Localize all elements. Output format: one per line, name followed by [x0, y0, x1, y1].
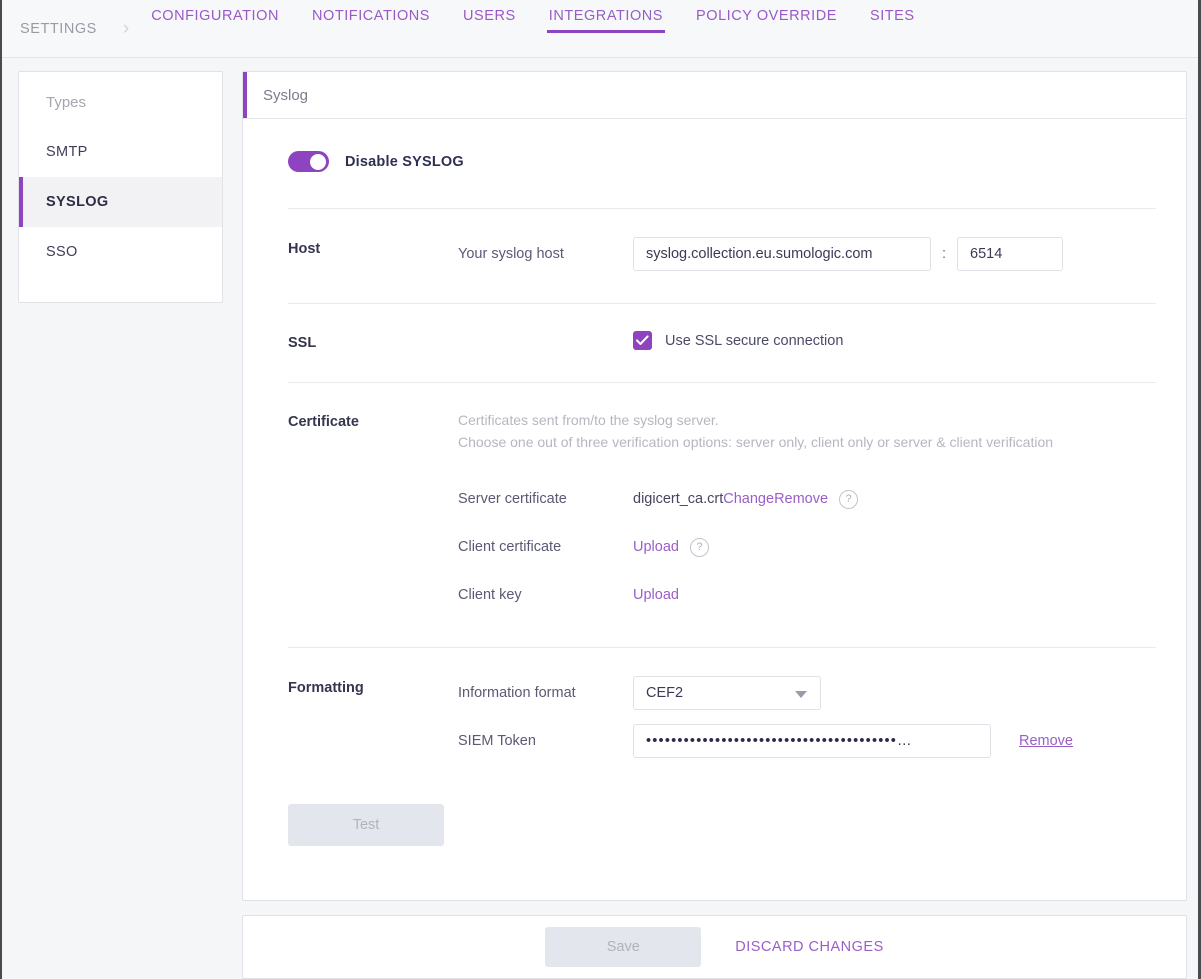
tab-integrations[interactable]: INTEGRATIONS: [549, 8, 663, 33]
sidebar-title: Types: [19, 72, 222, 127]
certificate-section-content: Certificates sent from/to the syslog ser…: [458, 410, 1186, 619]
formatting-section-content: Information format CEF2 SIEM Token Remov…: [458, 676, 1186, 758]
chevron-right-icon: ›: [123, 19, 129, 38]
breadcrumb-settings[interactable]: SETTINGS: [20, 21, 97, 37]
client-certificate-row: Client certificate Upload ?: [458, 523, 1186, 571]
siem-token-remove-link[interactable]: Remove: [1019, 733, 1073, 749]
host-port-separator: :: [942, 246, 946, 262]
host-field-label: Your syslog host: [458, 246, 633, 262]
use-ssl-label: Use SSL secure connection: [665, 333, 843, 349]
certificate-description-line2: Choose one out of three verification opt…: [458, 432, 1186, 454]
server-certificate-row: Server certificate digicert_ca.crtChange…: [458, 475, 1186, 523]
settings-page: SETTINGS › CONFIGURATION NOTIFICATIONS U…: [0, 0, 1201, 979]
sidebar-spacer: [19, 277, 222, 302]
help-icon[interactable]: ?: [690, 538, 709, 557]
syslog-port-input[interactable]: [957, 237, 1063, 271]
tab-policy-override[interactable]: POLICY OVERRIDE: [696, 8, 837, 33]
toggle-knob: [310, 154, 326, 170]
check-icon: [636, 335, 649, 346]
tab-sites[interactable]: SITES: [870, 8, 915, 33]
formatting-section: Formatting Information format CEF2 SIEM …: [243, 648, 1186, 758]
server-certificate-filename: digicert_ca.crt: [633, 491, 723, 507]
client-certificate-value: Upload ?: [633, 538, 709, 557]
information-format-select[interactable]: CEF2: [633, 676, 821, 710]
card-tab-strip: Syslog: [243, 72, 1186, 119]
save-button[interactable]: Save: [545, 927, 701, 967]
certificate-rows: Server certificate digicert_ca.crtChange…: [458, 475, 1186, 619]
disable-syslog-label: Disable SYSLOG: [345, 154, 464, 170]
information-format-row: Information format CEF2: [458, 676, 1186, 710]
siem-token-label: SIEM Token: [458, 733, 633, 749]
nav-tab-list: CONFIGURATION NOTIFICATIONS USERS INTEGR…: [151, 8, 947, 50]
sidebar-item-smtp[interactable]: SMTP: [19, 127, 222, 177]
ssl-section-label: SSL: [288, 331, 458, 351]
client-certificate-upload-link[interactable]: Upload: [633, 539, 679, 555]
form-action-bar: Save DISCARD CHANGES: [242, 915, 1187, 979]
siem-token-input[interactable]: [633, 724, 991, 758]
sidebar-item-label: SYSLOG: [46, 194, 109, 210]
chevron-down-icon: [795, 691, 807, 698]
card-tab-syslog[interactable]: Syslog: [243, 72, 328, 118]
ssl-section: SSL Use SSL secure connection: [243, 304, 1186, 351]
top-navigation-bar: SETTINGS › CONFIGURATION NOTIFICATIONS U…: [2, 0, 1201, 58]
card-body: Disable SYSLOG Host Your syslog host :: [243, 119, 1186, 846]
server-certificate-label: Server certificate: [458, 491, 633, 507]
tab-notifications[interactable]: NOTIFICATIONS: [312, 8, 430, 33]
disable-syslog-row: Disable SYSLOG: [243, 119, 1186, 172]
server-certificate-remove-link[interactable]: Remove: [774, 491, 828, 507]
sidebar-item-label: SMTP: [46, 144, 88, 160]
discard-changes-link[interactable]: DISCARD CHANGES: [735, 939, 884, 955]
server-certificate-value: digicert_ca.crtChangeRemove ?: [633, 490, 858, 509]
siem-token-row: SIEM Token Remove: [458, 724, 1186, 758]
ssl-checkbox-row: Use SSL secure connection: [458, 331, 1186, 350]
information-format-label: Information format: [458, 685, 633, 701]
sidebar-item-sso[interactable]: SSO: [19, 227, 222, 277]
host-section-label: Host: [288, 237, 458, 271]
client-key-label: Client key: [458, 587, 633, 603]
help-icon[interactable]: ?: [839, 490, 858, 509]
use-ssl-checkbox[interactable]: [633, 331, 652, 350]
client-key-row: Client key Upload: [458, 571, 1186, 619]
client-key-upload-link[interactable]: Upload: [633, 587, 679, 603]
host-section-content: Your syslog host :: [458, 237, 1186, 271]
sidebar-item-label: SSO: [46, 244, 78, 260]
test-button[interactable]: Test: [288, 804, 444, 846]
host-section: Host Your syslog host :: [243, 209, 1186, 271]
formatting-section-label: Formatting: [288, 676, 458, 758]
tab-users[interactable]: USERS: [463, 8, 516, 33]
card-tab-label: Syslog: [263, 87, 308, 104]
client-certificate-label: Client certificate: [458, 539, 633, 555]
syslog-host-input[interactable]: [633, 237, 931, 271]
tab-configuration[interactable]: CONFIGURATION: [151, 8, 279, 33]
disable-syslog-toggle[interactable]: [288, 151, 329, 172]
sidebar-item-syslog[interactable]: SYSLOG: [19, 177, 222, 227]
certificate-section-label: Certificate: [288, 410, 458, 619]
syslog-settings-card: Syslog Disable SYSLOG Host: [242, 71, 1187, 901]
page-body: Types SMTP SYSLOG SSO Syslog: [2, 58, 1201, 979]
information-format-value: CEF2: [646, 685, 683, 701]
ssl-section-content: Use SSL secure connection: [458, 331, 1186, 351]
types-sidebar: Types SMTP SYSLOG SSO: [18, 71, 223, 303]
certificate-section: Certificate Certificates sent from/to th…: [243, 383, 1186, 619]
certificate-description-line1: Certificates sent from/to the syslog ser…: [458, 410, 1186, 432]
host-field-row: Your syslog host :: [458, 237, 1186, 271]
client-key-value: Upload: [633, 587, 679, 603]
server-certificate-change-link[interactable]: Change: [723, 491, 774, 507]
